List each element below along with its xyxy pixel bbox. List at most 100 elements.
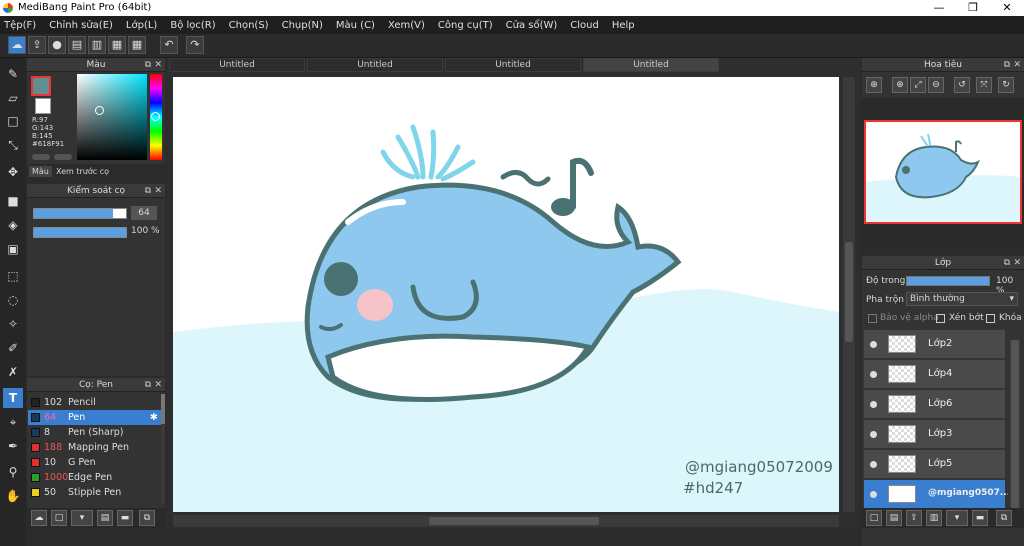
rotate-right-icon[interactable]: ↻: [998, 77, 1014, 93]
brush-item[interactable]: 188 Mapping Pen: [28, 440, 161, 455]
select-pen-icon[interactable]: ⤡: [3, 135, 23, 155]
rect-select-icon[interactable]: ⬚: [3, 266, 23, 286]
tab-document-active[interactable]: Untitled: [583, 58, 719, 72]
float-icon[interactable]: ⧉: [145, 378, 151, 392]
grid-icon[interactable]: ▦: [128, 36, 146, 54]
navigator-preview[interactable]: [864, 120, 1022, 224]
horizontal-scroll-thumb[interactable]: [429, 517, 599, 525]
menu-view[interactable]: Xem(V): [388, 20, 425, 31]
menu-snap[interactable]: Chụp(N): [282, 20, 323, 31]
saturation-value-picker[interactable]: [77, 74, 147, 160]
lock-checkbox[interactable]: [986, 314, 995, 323]
float-icon[interactable]: ⧉: [145, 58, 151, 72]
eye-icon[interactable]: [870, 341, 877, 348]
menu-window[interactable]: Cửa sổ(W): [506, 20, 558, 31]
zoom-in-icon[interactable]: ⊕: [866, 77, 882, 93]
import-layer-icon[interactable]: ⇪: [906, 510, 922, 526]
zoom-out-icon[interactable]: ⊖: [928, 77, 944, 93]
eye-icon[interactable]: [870, 401, 877, 408]
layer-row-selected[interactable]: @mgiang0507...: [864, 480, 1008, 508]
brush-settings-icon[interactable]: ✱: [150, 410, 158, 425]
brush-opacity-slider[interactable]: [33, 227, 127, 238]
fill-tool-icon[interactable]: ◈: [3, 215, 23, 235]
folder-icon[interactable]: ▬: [117, 510, 133, 526]
brush-item-selected[interactable]: 64 Pen ✱: [28, 410, 161, 425]
lasso-select-icon[interactable]: ◌: [3, 290, 23, 310]
brush-size-slider[interactable]: [33, 208, 127, 219]
rotate-left-icon[interactable]: ↺: [954, 77, 970, 93]
brush-doc-icon[interactable]: ▤: [97, 510, 113, 526]
eye-icon[interactable]: [870, 461, 877, 468]
upload-icon[interactable]: ⇪: [28, 36, 46, 54]
close-panel-icon[interactable]: ✕: [1013, 256, 1021, 270]
layer-down-icon[interactable]: ▥: [926, 510, 942, 526]
panels-icon[interactable]: ▦: [108, 36, 126, 54]
brush-tool-icon[interactable]: ✎: [3, 64, 23, 84]
redo-icon[interactable]: ↷: [186, 36, 204, 54]
canvas-horizontal-scrollbar[interactable]: [173, 515, 839, 527]
eye-icon[interactable]: [870, 431, 877, 438]
eye-icon[interactable]: [870, 491, 877, 498]
clipping-checkbox[interactable]: [936, 314, 945, 323]
divide-tool-icon[interactable]: ✒: [3, 436, 23, 456]
layer-row[interactable]: Lớp2: [864, 330, 1005, 359]
menu-layer[interactable]: Lớp(L): [126, 20, 157, 31]
layer-row[interactable]: Lớp3: [864, 420, 1005, 449]
eyedropper-icon[interactable]: ⚲: [3, 462, 23, 482]
new-layer-icon[interactable]: □: [866, 510, 882, 526]
undo-icon[interactable]: ↶: [160, 36, 178, 54]
brush-item[interactable]: 102 Pencil: [28, 395, 161, 410]
menu-color[interactable]: Màu (C): [336, 20, 375, 31]
page-icon[interactable]: ▥: [88, 36, 106, 54]
color-picker-cursor[interactable]: [95, 106, 104, 115]
close-panel-icon[interactable]: ✕: [154, 184, 162, 198]
eye-icon[interactable]: [870, 371, 877, 378]
add-color-button[interactable]: [32, 154, 50, 160]
brush-item[interactable]: 8 Pen (Sharp): [28, 425, 161, 440]
select-eraser-icon[interactable]: ✗: [3, 362, 23, 382]
tab-brush-preview[interactable]: Xem trước cọ: [53, 166, 112, 177]
close-panel-icon[interactable]: ✕: [154, 378, 162, 392]
secondary-color-swatch[interactable]: [35, 98, 51, 114]
tab-color[interactable]: Màu: [29, 166, 52, 177]
layer-scroll-thumb[interactable]: [1011, 340, 1019, 508]
gradient-tool-icon[interactable]: ▣: [3, 239, 23, 259]
text-tool-icon[interactable]: T: [3, 388, 23, 408]
fit-icon[interactable]: ⤢: [910, 77, 926, 93]
layer-row[interactable]: Lớp6: [864, 390, 1005, 419]
menu-help[interactable]: Help: [612, 20, 635, 31]
float-icon[interactable]: ⧉: [145, 184, 151, 198]
operation-tool-icon[interactable]: ⌖: [3, 412, 23, 432]
actual-size-icon[interactable]: ⤧: [976, 77, 992, 93]
menu-edit[interactable]: Chỉnh sửa(E): [49, 20, 113, 31]
cloud-icon[interactable]: ☁: [8, 36, 26, 54]
hue-cursor[interactable]: [151, 112, 160, 121]
brush-item[interactable]: 10 G Pen: [28, 455, 161, 470]
menu-filter[interactable]: Bộ lọc(R): [170, 20, 215, 31]
close-button[interactable]: ✕: [990, 0, 1024, 16]
brush-item[interactable]: 1000 Edge Pen: [28, 470, 161, 485]
float-icon[interactable]: ⧉: [1004, 58, 1010, 72]
hue-slider[interactable]: [150, 74, 162, 160]
maximize-button[interactable]: ❐: [956, 0, 990, 16]
duplicate-icon[interactable]: ⧉: [139, 510, 155, 526]
minimize-button[interactable]: —: [922, 0, 956, 16]
layer-row[interactable]: Lớp5: [864, 450, 1005, 479]
eraser-tool-icon[interactable]: ▱: [3, 88, 23, 108]
add-brush-menu-icon[interactable]: ▾: [71, 510, 93, 526]
menu-select[interactable]: Chọn(S): [229, 20, 269, 31]
tab-document[interactable]: Untitled: [445, 58, 581, 72]
tab-document[interactable]: Untitled: [169, 58, 305, 72]
layer-list-scrollbar[interactable]: [1010, 340, 1020, 508]
new-brush-icon[interactable]: □: [51, 510, 67, 526]
menu-tools[interactable]: Công cụ(T): [438, 20, 493, 31]
magic-wand-icon[interactable]: ✧: [3, 314, 23, 334]
add-layer-menu-icon[interactable]: ▾: [946, 510, 968, 526]
blend-mode-select[interactable]: Bình thường ▾: [906, 292, 1018, 306]
hand-tool-icon[interactable]: ✋: [3, 486, 23, 506]
brush-list-scrollbar[interactable]: [161, 394, 165, 504]
layer-row[interactable]: Lớp4: [864, 360, 1005, 389]
float-icon[interactable]: ⧉: [1004, 256, 1010, 270]
layer-opacity-slider[interactable]: [906, 276, 990, 286]
menu-file[interactable]: Tệp(F): [4, 20, 36, 31]
